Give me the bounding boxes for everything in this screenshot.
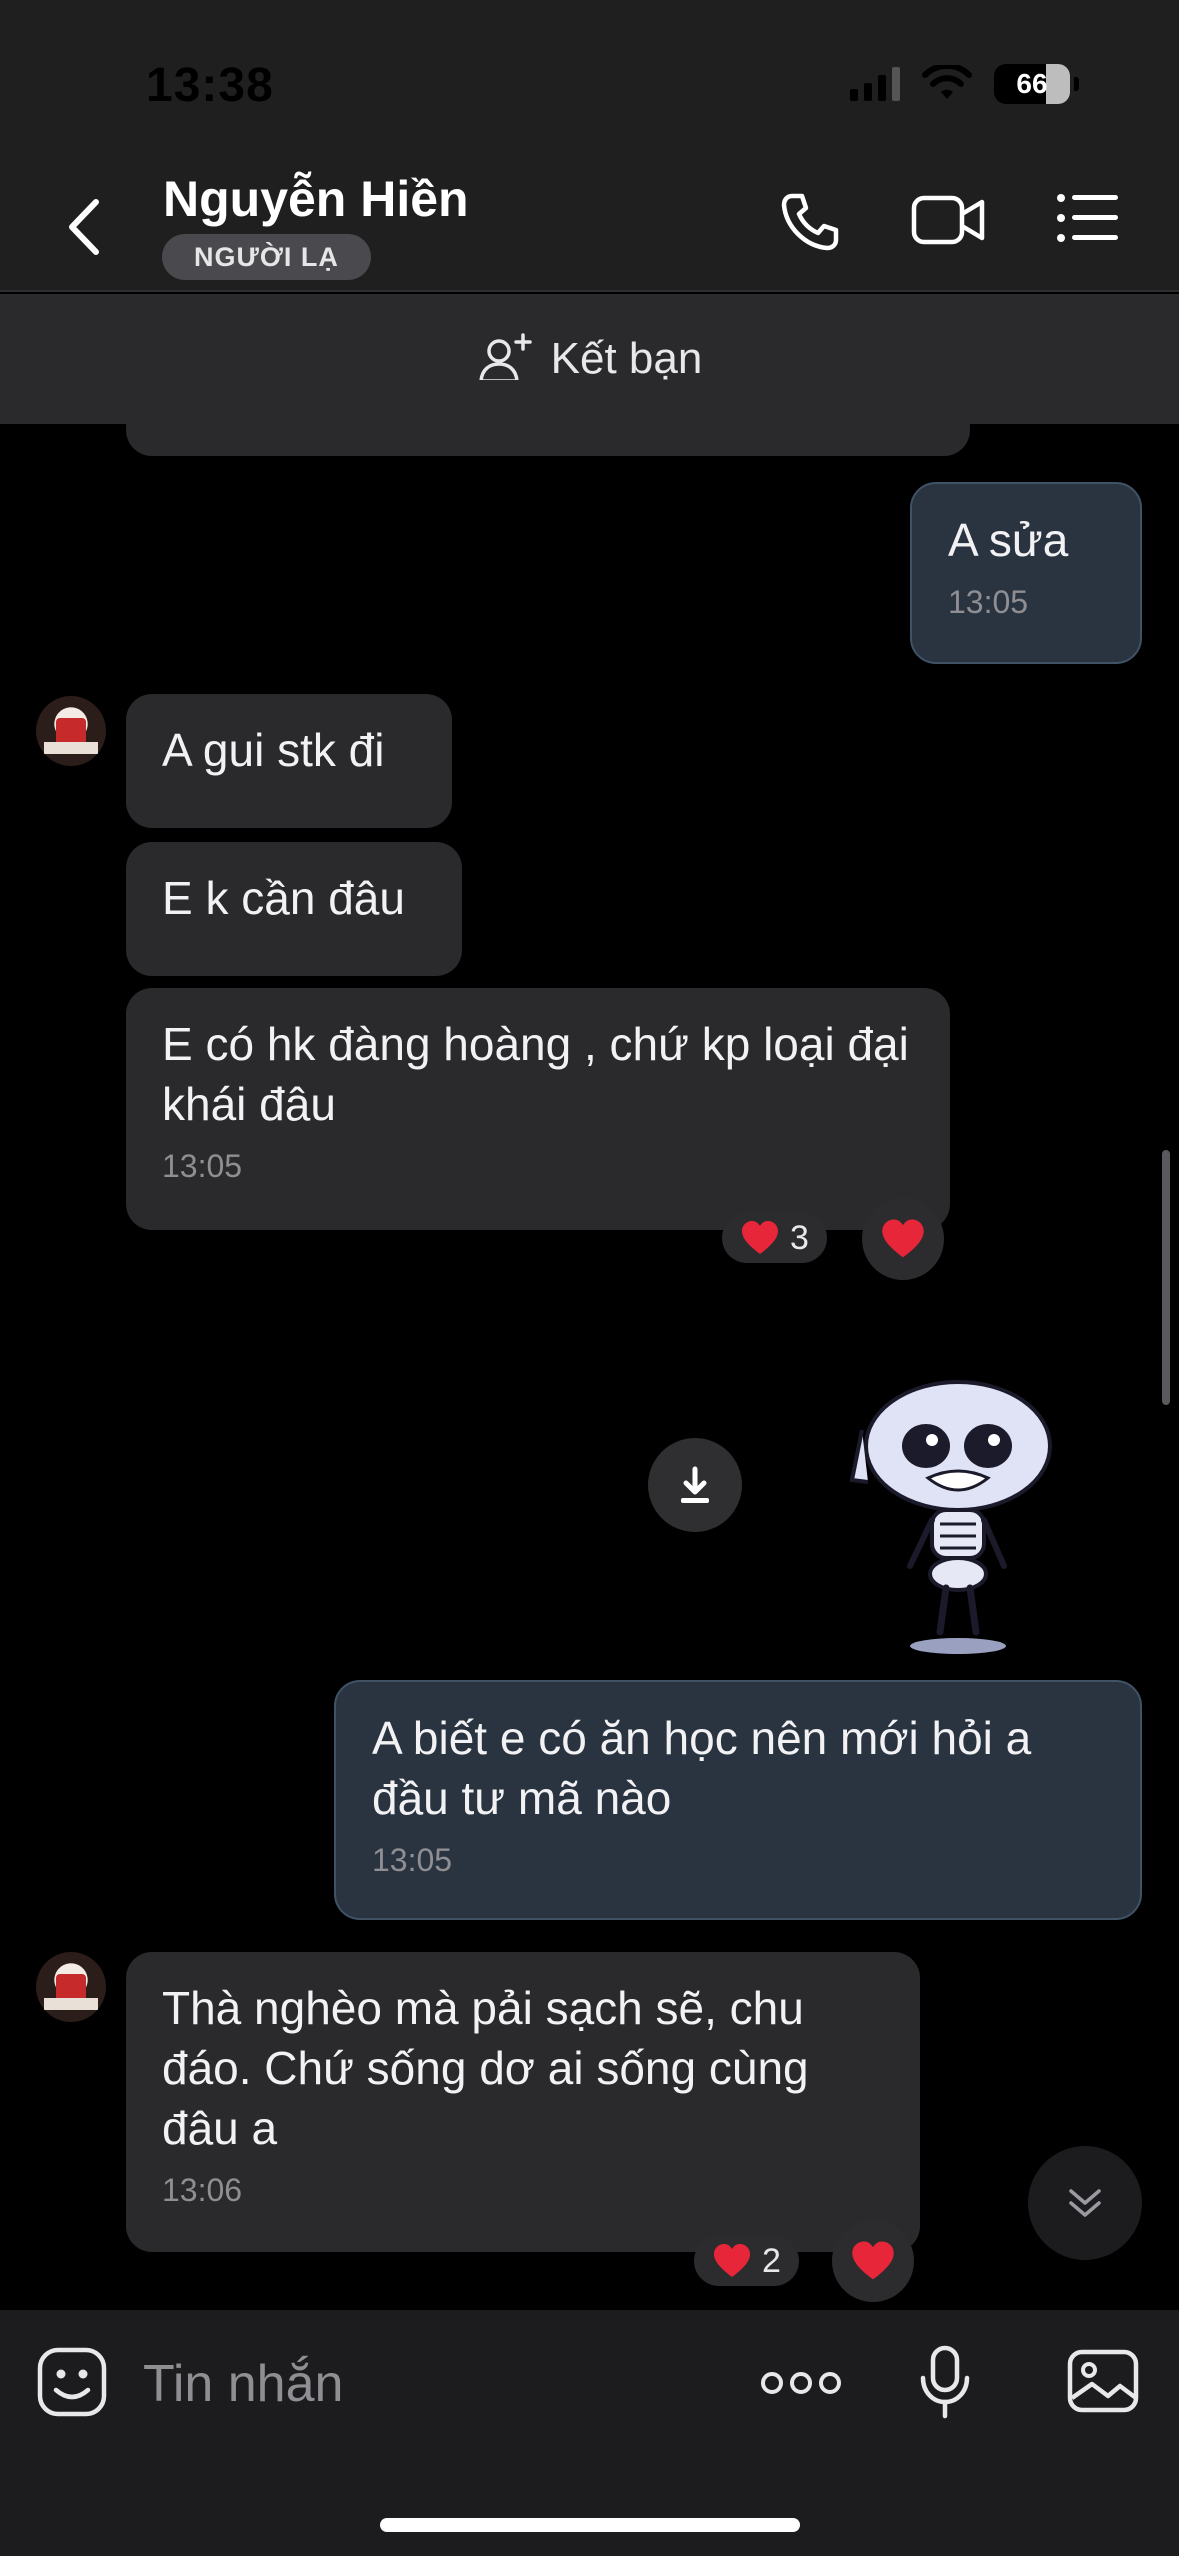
emoji-icon [37, 2347, 107, 2417]
download-button[interactable] [648, 1438, 742, 1532]
message-text: A gui stk đi [162, 724, 385, 776]
home-indicator[interactable] [380, 2518, 800, 2532]
menu-icon [1057, 194, 1118, 242]
reaction-count: 2 [762, 2241, 781, 2280]
voice-message-button[interactable] [918, 2344, 972, 2425]
message-bubble-incoming[interactable]: A gui stk đi [126, 694, 452, 828]
message-text: Thà nghèo mà pải sạch sẽ, chu đáo. Chứ s… [162, 1982, 809, 2154]
more-button[interactable] [760, 2370, 842, 2401]
signal-icon [850, 67, 900, 101]
message-bubble-outgoing[interactable]: A sửa 13:05 [910, 482, 1142, 664]
heart-icon [852, 2241, 894, 2280]
reaction-count: 3 [790, 1218, 809, 1257]
message-composer: Tin nhắn [0, 2310, 1179, 2556]
scroll-indicator[interactable] [1162, 1150, 1170, 1405]
menu-button[interactable] [1056, 190, 1120, 251]
heart-icon [742, 1221, 778, 1254]
message-time: 13:05 [948, 584, 1029, 620]
message-bubble-outgoing[interactable]: A biết e có ăn học nên mới hỏi a đầu tư … [334, 1680, 1142, 1920]
react-button[interactable] [862, 1198, 944, 1280]
battery-icon: 66 [994, 64, 1070, 104]
message-time: 13:06 [162, 2172, 243, 2208]
microphone-icon [920, 2345, 970, 2419]
emoji-button[interactable] [36, 2346, 108, 2423]
heart-icon [714, 2244, 750, 2277]
message-time: 13:05 [162, 1148, 243, 1184]
image-button[interactable] [1066, 2348, 1140, 2419]
skeleton-sticker-icon [849, 1380, 1052, 1654]
reaction-summary[interactable]: 2 [694, 2236, 799, 2286]
video-call-button[interactable] [910, 190, 986, 255]
status-icons: 66 [850, 64, 1079, 104]
add-friend-label: Kết bạn [550, 334, 703, 383]
back-button[interactable] [56, 192, 116, 262]
message-text: E k cần đâu [162, 872, 405, 924]
scroll-to-bottom-button[interactable] [1028, 2146, 1142, 2260]
reaction-summary[interactable]: 3 [722, 1213, 827, 1263]
video-call-icon [911, 195, 985, 245]
message-bubble-partial[interactable] [126, 380, 970, 456]
message-bubble-incoming[interactable]: E có hk đàng hoàng , chứ kp loại đại khá… [126, 988, 950, 1230]
voice-call-button[interactable] [778, 190, 842, 259]
contact-avatar[interactable] [36, 1952, 106, 2022]
phone-icon [781, 193, 839, 251]
stranger-badge: NGƯỜI LẠ [162, 234, 371, 280]
chat-header: 13:38 66 Nguyễn Hiền NGƯỜI LẠ [0, 0, 1179, 292]
message-text: E có hk đàng hoàng , chứ kp loại đại khá… [162, 1018, 909, 1130]
add-friend-icon [478, 333, 532, 383]
back-icon [69, 199, 99, 255]
message-time: 13:05 [372, 1842, 453, 1878]
chevron-double-down-icon [1069, 2189, 1101, 2217]
message-input[interactable]: Tin nhắn [143, 2354, 343, 2414]
contact-name[interactable]: Nguyễn Hiền [163, 170, 469, 228]
skeleton-sticker[interactable] [848, 1370, 1068, 1660]
wifi-icon [922, 65, 972, 99]
message-text: A biết e có ăn học nên mới hỏi a đầu tư … [372, 1712, 1032, 1824]
react-button[interactable] [832, 2220, 914, 2302]
chat-screen: 13:38 66 Nguyễn Hiền NGƯỜI LẠ Kết bạn A … [0, 0, 1179, 2556]
more-icon [761, 2372, 841, 2394]
image-icon [1067, 2349, 1139, 2413]
message-bubble-incoming[interactable]: E k cần đâu [126, 842, 462, 976]
contact-avatar[interactable] [36, 696, 106, 766]
status-time: 13:38 [146, 59, 274, 112]
message-text: A sửa [948, 514, 1069, 566]
download-icon [681, 1466, 709, 1503]
message-bubble-incoming[interactable]: Thà nghèo mà pải sạch sẽ, chu đáo. Chứ s… [126, 1952, 920, 2252]
heart-icon [882, 1219, 924, 1258]
